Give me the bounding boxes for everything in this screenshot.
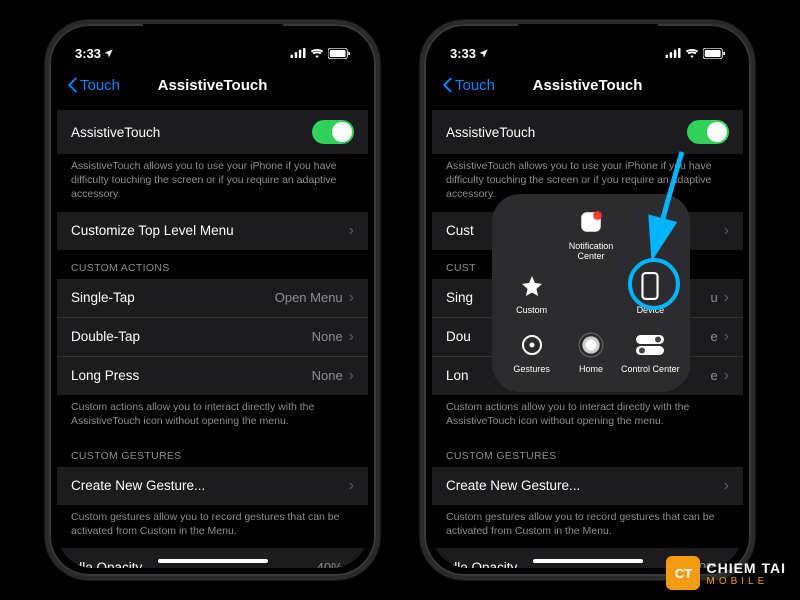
notification-icon xyxy=(576,207,606,237)
custom-gestures-header: CUSTOM GESTURES xyxy=(432,438,743,467)
annotation-arrow xyxy=(612,147,702,267)
assistivetouch-desc: AssistiveTouch allows you to use your iP… xyxy=(57,154,368,212)
chevron-right-icon: › xyxy=(724,222,729,240)
control-center-icon xyxy=(635,330,665,360)
custom-gestures-header: CUSTOM GESTURES xyxy=(57,438,368,467)
nav-bar: Touch AssistiveTouch xyxy=(432,66,743,104)
back-button[interactable]: Touch xyxy=(67,77,120,94)
screen-left: 3:33 Touch AssistiveTouch xyxy=(57,32,368,568)
single-tap-cell[interactable]: Single-Tap Open Menu› xyxy=(57,279,368,318)
chevron-left-icon xyxy=(442,77,453,93)
toggle-on[interactable] xyxy=(687,120,729,144)
phone-left: 3:33 Touch AssistiveTouch xyxy=(45,20,380,580)
at-home[interactable]: Home xyxy=(561,323,620,382)
chevron-right-icon: › xyxy=(349,328,354,346)
notch xyxy=(143,24,283,46)
at-custom[interactable]: Custom xyxy=(502,263,561,322)
assistivetouch-toggle-cell[interactable]: AssistiveTouch xyxy=(57,110,368,154)
home-indicator[interactable] xyxy=(158,559,268,563)
at-control-center[interactable]: Control Center xyxy=(621,323,680,382)
chevron-right-icon: › xyxy=(349,289,354,307)
chevron-right-icon: › xyxy=(349,558,354,568)
wifi-icon xyxy=(310,48,324,58)
double-tap-cell[interactable]: Double-Tap None› xyxy=(57,318,368,357)
chevron-right-icon: › xyxy=(349,477,354,495)
wifi-icon xyxy=(685,48,699,58)
chevron-right-icon: › xyxy=(724,328,729,346)
custom-actions-footer: Custom actions allow you to interact dir… xyxy=(432,395,743,438)
chevron-right-icon: › xyxy=(724,477,729,495)
phone-right: 3:33 Touch AssistiveTouch xyxy=(420,20,755,580)
chevron-right-icon: › xyxy=(349,222,354,240)
custom-gestures-footer: Custom gestures allow you to record gest… xyxy=(57,505,368,548)
status-time: 3:33 xyxy=(450,46,476,61)
location-icon xyxy=(478,48,489,59)
home-icon xyxy=(576,330,606,360)
toggle-on[interactable] xyxy=(312,120,354,144)
status-icons xyxy=(290,48,350,59)
chevron-left-icon xyxy=(67,77,78,93)
battery-icon xyxy=(703,48,725,59)
custom-actions-footer: Custom actions allow you to interact dir… xyxy=(57,395,368,438)
nav-bar: Touch AssistiveTouch xyxy=(57,66,368,104)
page-title: AssistiveTouch xyxy=(533,77,643,94)
create-gesture-cell[interactable]: Create New Gesture... › xyxy=(57,467,368,505)
settings-content: AssistiveTouch AssistiveTouch allows you… xyxy=(57,104,368,568)
gestures-icon xyxy=(517,330,547,360)
notch xyxy=(518,24,658,46)
custom-gestures-footer: Custom gestures allow you to record gest… xyxy=(432,505,743,548)
create-gesture-cell[interactable]: Create New Gesture... › xyxy=(432,467,743,505)
back-label: Touch xyxy=(455,77,495,94)
star-icon xyxy=(517,271,547,301)
watermark: CT CHIEM TAI MOBILE xyxy=(666,556,786,590)
long-press-cell[interactable]: Long Press None› xyxy=(57,357,368,395)
phone-pair: 3:33 Touch AssistiveTouch xyxy=(0,0,800,580)
custom-actions-header: CUSTOM ACTIONS xyxy=(57,250,368,279)
back-label: Touch xyxy=(80,77,120,94)
signal-icon xyxy=(665,48,681,58)
watermark-badge: CT xyxy=(666,556,700,590)
signal-icon xyxy=(290,48,306,58)
chevron-right-icon: › xyxy=(724,367,729,385)
battery-icon xyxy=(328,48,350,59)
page-title: AssistiveTouch xyxy=(158,77,268,94)
back-button[interactable]: Touch xyxy=(442,77,495,94)
chevron-right-icon: › xyxy=(349,367,354,385)
customize-menu-cell[interactable]: Customize Top Level Menu › xyxy=(57,212,368,250)
screen-right: 3:33 Touch AssistiveTouch xyxy=(432,32,743,568)
status-time: 3:33 xyxy=(75,46,101,61)
at-gestures[interactable]: Gestures xyxy=(502,323,561,382)
home-indicator[interactable] xyxy=(533,559,643,563)
status-icons xyxy=(665,48,725,59)
location-icon xyxy=(103,48,114,59)
chevron-right-icon: › xyxy=(724,289,729,307)
